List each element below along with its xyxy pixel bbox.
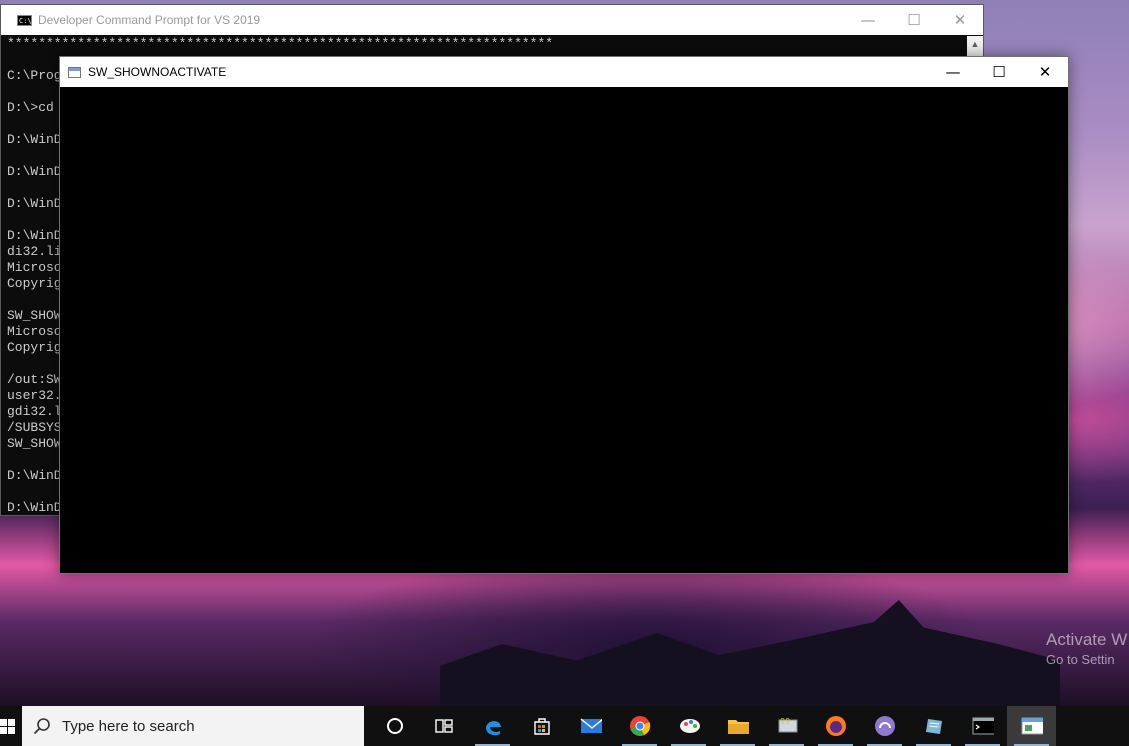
- window-app-icon: [68, 66, 81, 78]
- taskbar-item-app-pad[interactable]: [909, 706, 958, 746]
- app-window-title: SW_SHOWNOACTIVATE: [88, 65, 227, 79]
- taskbar-item-cortana[interactable]: [370, 706, 419, 746]
- monitor-99-icon: 99: [776, 715, 798, 737]
- taskbar-pinned-apps: 99: [370, 706, 1056, 746]
- app-maximize-button[interactable]: ☐: [976, 57, 1022, 87]
- sw-shownoactivate-window[interactable]: SW_SHOWNOACTIVATE — ☐ ✕: [59, 56, 1069, 574]
- activation-watermark: Activate W Go to Settin: [1046, 630, 1127, 667]
- taskbar-item-command-prompt[interactable]: [958, 706, 1007, 746]
- app-close-button[interactable]: ✕: [1022, 57, 1068, 87]
- taskbar-item-mail[interactable]: [566, 706, 615, 746]
- taskbar-search-box[interactable]: Type here to search: [22, 706, 364, 746]
- start-button[interactable]: [0, 706, 22, 746]
- search-placeholder: Type here to search: [62, 717, 195, 735]
- taskbar-item-firefox[interactable]: [811, 706, 860, 746]
- taskbar-item-bittorrent[interactable]: [860, 706, 909, 746]
- search-icon: [22, 717, 62, 735]
- task-view-icon: [433, 715, 455, 737]
- paint-icon: [678, 715, 700, 737]
- watermark-line-1: Activate W: [1046, 630, 1128, 649]
- taskbar: Type here to search 99: [0, 706, 1129, 746]
- app-minimize-button[interactable]: —: [930, 57, 976, 87]
- app-client-area[interactable]: [60, 87, 1068, 573]
- window-app-icon: [1021, 715, 1043, 737]
- bittorrent-icon: [874, 715, 896, 737]
- taskbar-item-edge[interactable]: [468, 706, 517, 746]
- taskbar-item-chrome[interactable]: [615, 706, 664, 746]
- console-icon: [972, 715, 994, 737]
- edge-icon: [482, 715, 504, 737]
- taskbar-item-store[interactable]: [517, 706, 566, 746]
- store-icon: [531, 715, 553, 737]
- scroll-up-arrow-icon[interactable]: ▲: [967, 36, 983, 53]
- mail-icon: [580, 715, 602, 737]
- taskbar-item-paint[interactable]: [664, 706, 713, 746]
- app-title-bar[interactable]: SW_SHOWNOACTIVATE — ☐ ✕: [60, 57, 1068, 87]
- folder-icon: [727, 715, 749, 737]
- console-icon: C:\: [17, 14, 32, 26]
- landscape-silhouette: [440, 600, 1060, 706]
- watermark-line-2: Go to Settin: [1046, 652, 1115, 667]
- circle-icon: [384, 715, 406, 737]
- taskbar-item-app-99[interactable]: 99: [762, 706, 811, 746]
- taskbar-item-task-view[interactable]: [419, 706, 468, 746]
- taskbar-item-sw-window[interactable]: [1007, 706, 1056, 746]
- cmd-title-bar[interactable]: C:\ Developer Command Prompt for VS 2019…: [1, 5, 983, 35]
- console-line: ****************************************…: [7, 36, 554, 51]
- windows-logo-icon: [0, 718, 15, 734]
- firefox-icon: [825, 715, 847, 737]
- cmd-window-title: Developer Command Prompt for VS 2019: [38, 13, 261, 27]
- chrome-icon: [629, 715, 651, 737]
- cmd-maximize-button[interactable]: ☐: [891, 5, 937, 35]
- taskbar-item-file-explorer[interactable]: [713, 706, 762, 746]
- notepad-icon: [923, 715, 945, 737]
- cmd-close-button[interactable]: ✕: [937, 5, 983, 35]
- cmd-minimize-button[interactable]: —: [845, 5, 891, 35]
- svg-text:99: 99: [780, 717, 790, 726]
